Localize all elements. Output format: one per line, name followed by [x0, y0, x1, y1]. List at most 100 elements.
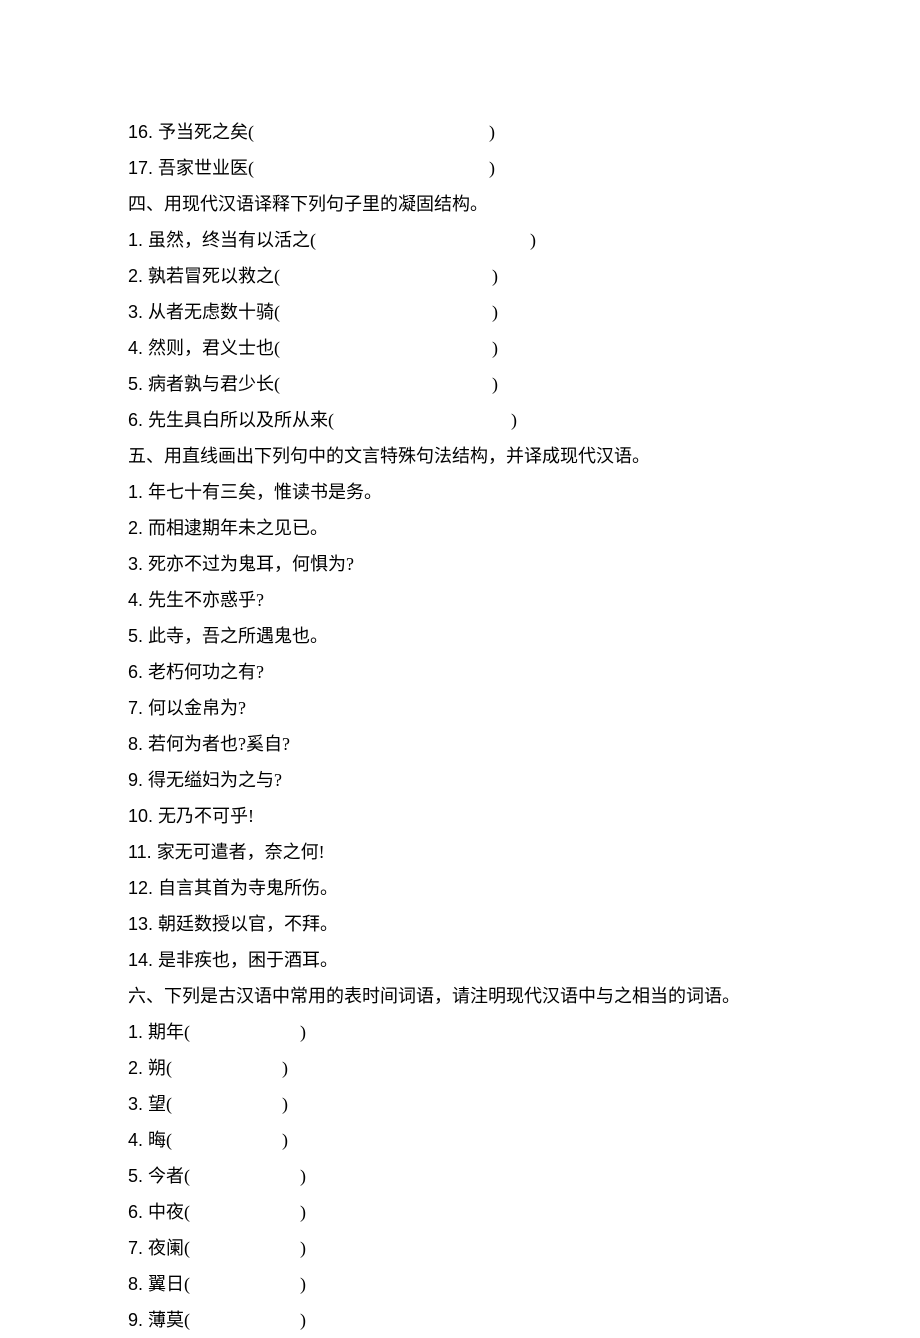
- text: 此寺，吾之所遇鬼也。: [148, 626, 328, 646]
- section-5-heading: 五、用直线画出下列句中的文言特殊句法结构，并译成现代汉语。: [128, 438, 792, 474]
- close-paren: ): [300, 1238, 306, 1258]
- num: 11.: [128, 842, 157, 862]
- num: 16.: [128, 122, 158, 142]
- close-paren: ): [282, 1058, 288, 1078]
- text: 自言其首为寺鬼所伤。: [158, 878, 338, 898]
- num: 1.: [128, 1022, 148, 1042]
- num: 8.: [128, 1274, 148, 1294]
- text: 朝廷数授以官，不拜。: [158, 914, 338, 934]
- text: 孰若冒死以救之(: [148, 266, 280, 286]
- text: 年七十有三矣，惟读书是务。: [148, 482, 382, 502]
- num: 7.: [128, 698, 148, 718]
- s5-question-14: 14. 是非疾也，困于酒耳。: [128, 942, 792, 978]
- close-paren: ): [300, 1166, 306, 1186]
- s5-question-13: 13. 朝廷数授以官，不拜。: [128, 906, 792, 942]
- text: 老朽何功之有?: [148, 662, 264, 682]
- s5-question-2: 2. 而相逮期年未之见已。: [128, 510, 792, 546]
- s6-question-6: 6. 中夜(): [128, 1194, 792, 1230]
- s6-question-2: 2. 朔(): [128, 1050, 792, 1086]
- num: 4.: [128, 1130, 148, 1150]
- s5-question-10: 10. 无乃不可乎!: [128, 798, 792, 834]
- num: 10.: [128, 806, 158, 826]
- s5-question-8: 8. 若何为者也?奚自?: [128, 726, 792, 762]
- text: 若何为者也?奚自?: [148, 734, 290, 754]
- close-paren: ): [300, 1022, 306, 1042]
- s5-question-7: 7. 何以金帛为?: [128, 690, 792, 726]
- s6-question-5: 5. 今者(): [128, 1158, 792, 1194]
- text: 期年(: [148, 1022, 190, 1042]
- text: 薄莫(: [148, 1310, 190, 1330]
- question-16: 16. 予当死之矣(): [128, 114, 792, 150]
- num: 6.: [128, 1202, 148, 1222]
- text: 吾家世业医(: [158, 158, 254, 178]
- close-paren: ): [489, 122, 495, 142]
- num: 7.: [128, 1238, 148, 1258]
- text: 何以金帛为?: [148, 698, 246, 718]
- close-paren: ): [282, 1094, 288, 1114]
- num: 4.: [128, 338, 148, 358]
- close-paren: ): [489, 158, 495, 178]
- num: 3.: [128, 554, 148, 574]
- num: 8.: [128, 734, 148, 754]
- text: 翼日(: [148, 1274, 190, 1294]
- close-paren: ): [300, 1310, 306, 1330]
- s6-question-7: 7. 夜阑(): [128, 1230, 792, 1266]
- section-6-heading: 六、下列是古汉语中常用的表时间词语，请注明现代汉语中与之相当的词语。: [128, 978, 792, 1014]
- close-paren: ): [492, 302, 498, 322]
- text: 先生不亦惑乎?: [148, 590, 264, 610]
- text: 予当死之矣(: [158, 122, 254, 142]
- text: 先生具白所以及所从来(: [148, 410, 334, 430]
- text: 中夜(: [148, 1202, 190, 1222]
- text: 死亦不过为鬼耳，何惧为?: [148, 554, 354, 574]
- s6-question-9: 9. 薄莫(): [128, 1302, 792, 1338]
- s4-question-4: 4. 然则，君义士也(): [128, 330, 792, 366]
- num: 6.: [128, 662, 148, 682]
- close-paren: ): [530, 230, 536, 250]
- text: 从者无虑数十骑(: [148, 302, 280, 322]
- num: 13.: [128, 914, 158, 934]
- num: 9.: [128, 770, 148, 790]
- text: 病者孰与君少长(: [148, 374, 280, 394]
- s5-question-12: 12. 自言其首为寺鬼所伤。: [128, 870, 792, 906]
- num: 2.: [128, 266, 148, 286]
- num: 2.: [128, 518, 148, 538]
- s5-question-3: 3. 死亦不过为鬼耳，何惧为?: [128, 546, 792, 582]
- close-paren: ): [300, 1274, 306, 1294]
- close-paren: ): [511, 410, 517, 430]
- text: 朔(: [148, 1058, 172, 1078]
- s6-question-1: 1. 期年(): [128, 1014, 792, 1050]
- question-17: 17. 吾家世业医(): [128, 150, 792, 186]
- close-paren: ): [282, 1130, 288, 1150]
- num: 12.: [128, 878, 158, 898]
- s5-question-1: 1. 年七十有三矣，惟读书是务。: [128, 474, 792, 510]
- num: 5.: [128, 374, 148, 394]
- num: 9.: [128, 1310, 148, 1330]
- text: 而相逮期年未之见已。: [148, 518, 328, 538]
- num: 14.: [128, 950, 158, 970]
- text: 晦(: [148, 1130, 172, 1150]
- text: 得无缢妇为之与?: [148, 770, 282, 790]
- s4-question-3: 3. 从者无虑数十骑(): [128, 294, 792, 330]
- text: 虽然，终当有以活之(: [148, 230, 316, 250]
- s4-question-5: 5. 病者孰与君少长(): [128, 366, 792, 402]
- s5-question-9: 9. 得无缢妇为之与?: [128, 762, 792, 798]
- num: 5.: [128, 626, 148, 646]
- close-paren: ): [492, 338, 498, 358]
- s5-question-11: 11. 家无可遣者，奈之何!: [128, 834, 792, 870]
- num: 17.: [128, 158, 158, 178]
- text: 是非疾也，困于酒耳。: [158, 950, 338, 970]
- text: 望(: [148, 1094, 172, 1114]
- text: 然则，君义士也(: [148, 338, 280, 358]
- close-paren: ): [300, 1202, 306, 1222]
- num: 6.: [128, 410, 148, 430]
- s4-question-6: 6. 先生具白所以及所从来(): [128, 402, 792, 438]
- num: 1.: [128, 230, 148, 250]
- text: 今者(: [148, 1166, 190, 1186]
- section-4-heading: 四、用现代汉语译释下列句子里的凝固结构。: [128, 186, 792, 222]
- s6-question-4: 4. 晦(): [128, 1122, 792, 1158]
- close-paren: ): [492, 374, 498, 394]
- text: 家无可遣者，奈之何!: [157, 842, 325, 862]
- s6-question-3: 3. 望(): [128, 1086, 792, 1122]
- s6-question-8: 8. 翼日(): [128, 1266, 792, 1302]
- s5-question-4: 4. 先生不亦惑乎?: [128, 582, 792, 618]
